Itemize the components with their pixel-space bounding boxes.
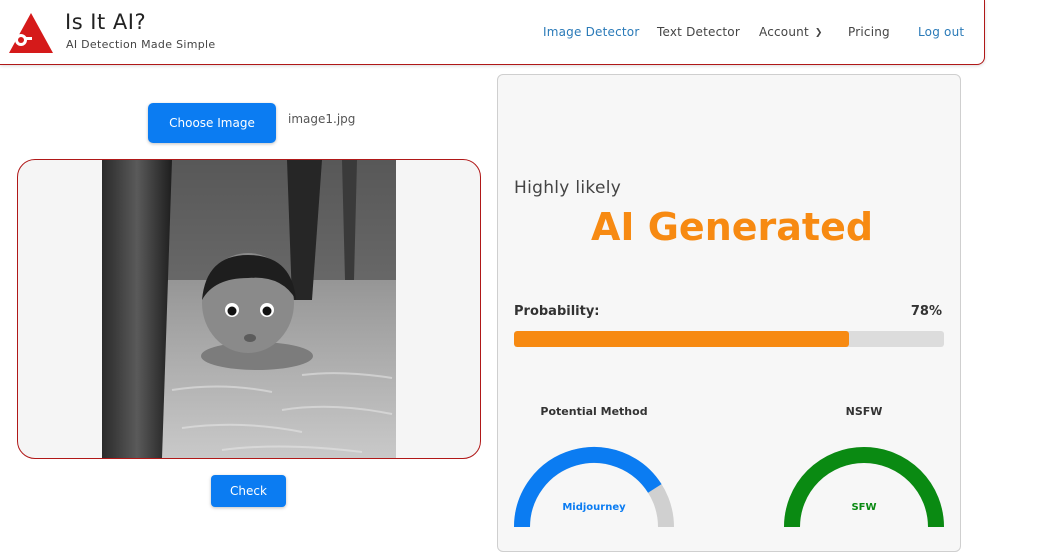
result-panel: Highly likely AI Generated Probability: … [497, 74, 961, 552]
logo-icon[interactable] [8, 12, 54, 54]
method-gauge-title: Potential Method [540, 405, 648, 418]
top-navbar: Is It AI? AI Detection Made Simple Image… [0, 0, 985, 65]
nav-pricing[interactable]: Pricing [848, 25, 890, 39]
nav-account[interactable]: Account ❯ [759, 25, 823, 39]
method-gauge [514, 446, 674, 528]
image-preview [17, 159, 481, 459]
probability-label: Probability: [514, 304, 600, 319]
nav-account-label: Account [759, 25, 809, 39]
choose-image-button[interactable]: Choose Image [148, 103, 276, 143]
probability-bar [514, 331, 944, 347]
brand-subtitle: AI Detection Made Simple [66, 38, 216, 51]
nsfw-gauge [784, 446, 944, 528]
chevron-down-icon: ❯ [814, 28, 823, 38]
nsfw-gauge-fill [784, 446, 944, 528]
nav-image-detector[interactable]: Image Detector [543, 25, 640, 39]
likelihood-text: Highly likely [514, 178, 622, 198]
nsfw-gauge-value: SFW [851, 502, 877, 513]
nav-logout[interactable]: Log out [918, 25, 964, 39]
method-gauge-value: Midjourney [562, 502, 626, 513]
verdict-text: AI Generated [590, 205, 874, 249]
uploaded-photo [102, 160, 396, 458]
selected-filename: image1.jpg [288, 112, 356, 126]
brand-title: Is It AI? [65, 10, 147, 34]
nsfw-gauge-title: NSFW [845, 405, 883, 418]
nav-text-detector[interactable]: Text Detector [657, 25, 740, 39]
probability-bar-fill [514, 331, 850, 347]
check-button[interactable]: Check [211, 475, 286, 507]
method-gauge-fill [514, 447, 662, 528]
probability-value: 78% [910, 304, 942, 319]
